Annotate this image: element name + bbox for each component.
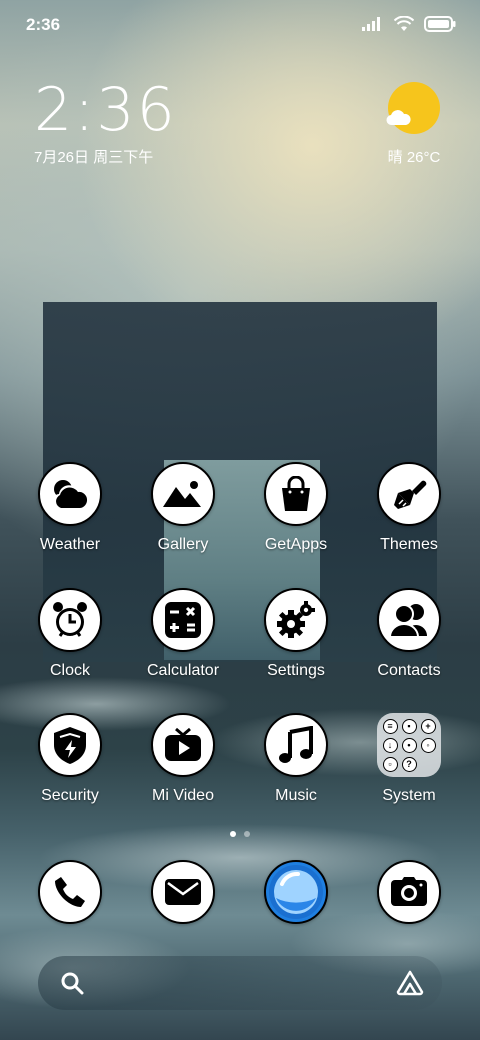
calculator-icon bbox=[151, 588, 215, 652]
app-label: GetApps bbox=[264, 536, 328, 553]
camera-small-icon: ▫ bbox=[382, 756, 398, 772]
dock-messages[interactable] bbox=[128, 860, 238, 924]
app-label: Contacts bbox=[377, 662, 441, 679]
status-icons bbox=[362, 15, 456, 37]
app-weather[interactable]: Weather bbox=[15, 462, 125, 554]
wifi-icon bbox=[393, 15, 415, 37]
app-label: Mi Video bbox=[152, 787, 214, 804]
app-label: Security bbox=[41, 787, 99, 804]
download-icon: ↓ bbox=[382, 737, 398, 753]
folder-icon: ≡ ▪ + ↓ • ◦ ▫ ? bbox=[377, 713, 441, 777]
signal-icon bbox=[362, 17, 384, 36]
page-dot-active bbox=[230, 831, 236, 837]
gears-icon bbox=[264, 588, 328, 652]
search-bar[interactable] bbox=[38, 956, 442, 1010]
app-themes[interactable]: Themes bbox=[354, 462, 464, 554]
weather-cloud-icon bbox=[38, 462, 102, 526]
tv-play-icon bbox=[151, 713, 215, 777]
page-dot bbox=[244, 831, 250, 837]
clock-widget[interactable]: 2:36 7月26日 周三下午 bbox=[34, 78, 177, 167]
clock-widget-time: 2:36 bbox=[34, 75, 177, 145]
sun-icon bbox=[386, 82, 440, 134]
app-music[interactable]: Music bbox=[241, 713, 351, 805]
app-label: Gallery bbox=[157, 536, 209, 553]
app-contacts[interactable]: Contacts bbox=[354, 588, 464, 680]
clock-widget-date: 7月26日 周三下午 bbox=[34, 149, 154, 166]
weather-text: 晴 26°C bbox=[384, 146, 444, 167]
app-settings[interactable]: Settings bbox=[241, 588, 351, 680]
phone-icon bbox=[38, 860, 102, 924]
page-indicator bbox=[0, 831, 480, 837]
assistant-icon[interactable] bbox=[396, 970, 424, 1001]
app-label: System bbox=[382, 787, 436, 804]
compass-icon: ◦ bbox=[420, 737, 436, 753]
dock-phone[interactable] bbox=[15, 860, 125, 924]
shield-icon bbox=[38, 713, 102, 777]
recorder-icon: ▪ bbox=[401, 718, 417, 734]
app-label: Weather bbox=[39, 536, 101, 553]
weather-temperature: 26°C bbox=[406, 149, 441, 166]
search-icon[interactable] bbox=[60, 971, 84, 1000]
microphone-icon: • bbox=[401, 737, 417, 753]
browser-icon bbox=[264, 860, 328, 924]
status-bar: 2:36 bbox=[0, 0, 480, 50]
weather-condition: 晴 bbox=[387, 149, 403, 166]
app-calculator[interactable]: Calculator bbox=[128, 588, 238, 680]
mountain-icon bbox=[151, 462, 215, 526]
paintbrush-icon bbox=[377, 462, 441, 526]
help-icon: ? bbox=[401, 756, 417, 772]
camera-icon bbox=[377, 860, 441, 924]
app-label: Settings bbox=[267, 662, 325, 679]
app-getapps[interactable]: GetApps bbox=[241, 462, 351, 554]
status-time: 2:36 bbox=[26, 15, 61, 34]
app-clock[interactable]: Clock bbox=[15, 588, 125, 680]
app-system-folder[interactable]: ≡ ▪ + ↓ • ◦ ▫ ? System bbox=[354, 713, 464, 805]
toolkit-icon: + bbox=[420, 718, 436, 734]
app-mi-video[interactable]: Mi Video bbox=[128, 713, 238, 805]
app-label: Clock bbox=[49, 662, 90, 679]
weather-widget[interactable]: 晴 26°C bbox=[384, 82, 444, 167]
battery-icon bbox=[424, 16, 456, 37]
app-label: Themes bbox=[380, 536, 438, 553]
dock-browser[interactable] bbox=[241, 860, 351, 924]
alarm-clock-icon bbox=[38, 588, 102, 652]
app-security[interactable]: Security bbox=[15, 713, 125, 805]
app-label: Music bbox=[275, 787, 317, 804]
envelope-icon bbox=[151, 860, 215, 924]
people-icon bbox=[377, 588, 441, 652]
memory-icon: ≡ bbox=[382, 718, 398, 734]
app-label: Calculator bbox=[146, 662, 220, 679]
app-gallery[interactable]: Gallery bbox=[128, 462, 238, 554]
shopping-bag-icon bbox=[264, 462, 328, 526]
dock-camera[interactable] bbox=[354, 860, 464, 924]
music-note-icon bbox=[264, 713, 328, 777]
